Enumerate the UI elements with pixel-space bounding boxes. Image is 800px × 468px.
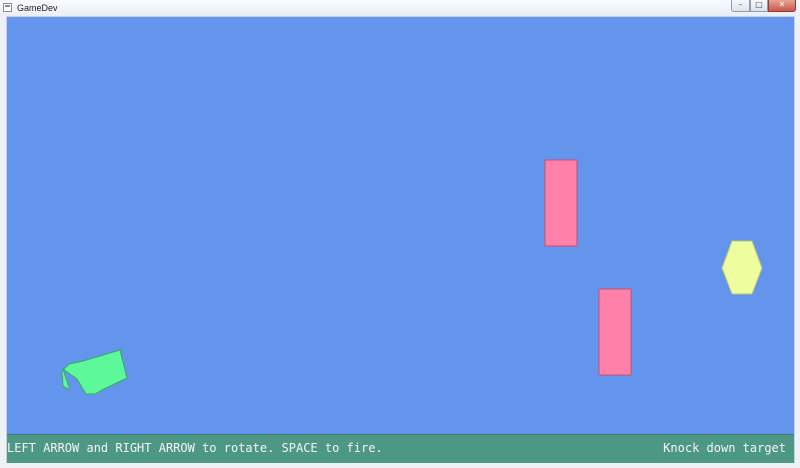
target-hexagon [721, 240, 763, 295]
game-scene [61, 159, 763, 395]
minimize-button[interactable]: – [731, 0, 750, 12]
maximize-icon: □ [755, 0, 763, 9]
cannon [61, 349, 128, 395]
hud-status: Knock down target [663, 441, 786, 455]
window-frame-bottom [0, 463, 800, 468]
game-canvas[interactable] [7, 17, 794, 434]
hud-bar: LEFT ARROW and RIGHT ARROW to rotate. SP… [7, 434, 794, 463]
maximize-button[interactable]: □ [750, 0, 768, 12]
minimize-icon: – [738, 0, 743, 9]
block-lower [598, 288, 632, 376]
hud-instructions: LEFT ARROW and RIGHT ARROW to rotate. SP… [7, 441, 383, 455]
close-icon: ✕ [778, 0, 786, 9]
window-titlebar[interactable]: GameDev – □ ✕ [0, 0, 800, 17]
block-upper [544, 159, 578, 247]
window-frame-right [794, 16, 800, 468]
close-button[interactable]: ✕ [768, 0, 796, 12]
window-frame-left [0, 16, 7, 468]
app-window-icon [3, 3, 12, 12]
window-title: GameDev [17, 3, 58, 13]
